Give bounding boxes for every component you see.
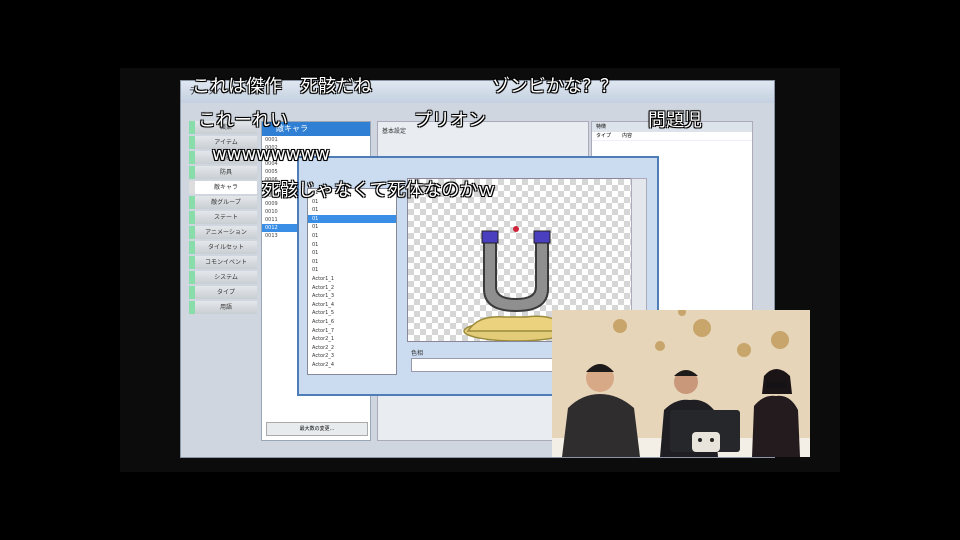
file-list-item[interactable]: 01 — [308, 232, 396, 241]
traits-col-type: タイプ — [596, 133, 612, 139]
danmaku-comment: 死骸じゃなくて死体なのかｗ — [262, 180, 496, 201]
sidebar-item[interactable]: アニメーション — [189, 226, 257, 239]
hue-label: 色相 — [411, 350, 424, 357]
danmaku-comment: 問題児 — [648, 110, 702, 131]
max-change-button[interactable]: 最大数の変更... — [266, 422, 368, 436]
file-list-item[interactable]: Actor1_4 — [308, 301, 396, 310]
sidebar-item[interactable]: タイプ — [189, 286, 257, 299]
file-list-item[interactable]: Actor2_1 — [308, 335, 396, 344]
sidebar-item[interactable]: 敵キャラ — [189, 181, 257, 194]
danmaku-comment: ゾンビかな？？ — [492, 76, 618, 97]
sidebar-item[interactable]: 防具 — [189, 166, 257, 179]
sprite-u-body — [483, 236, 549, 313]
image-file-list[interactable]: 01 01 01 01 01 01 01 01 01 01 Actor1_1 Actor1_2 Acto… — [307, 188, 397, 375]
sidebar-item[interactable]: コモンイベント — [189, 256, 257, 269]
sidebar-item[interactable]: ステート — [189, 211, 257, 224]
danmaku-comment: これーれい — [198, 110, 288, 131]
file-list-item[interactable]: 01 — [308, 223, 396, 232]
file-list-item[interactable]: Actor1_1 — [308, 275, 396, 284]
file-list-item[interactable]: 01 — [308, 206, 396, 215]
file-list-item[interactable]: Actor1_5 — [308, 309, 396, 318]
file-list-item[interactable]: Actor2_3 — [308, 352, 396, 361]
sidebar-item[interactable]: タイルセット — [189, 241, 257, 254]
danmaku-comment: プリオン — [414, 110, 486, 131]
file-list-item[interactable]: 01 — [308, 258, 396, 267]
traits-col-content: 内容 — [622, 133, 633, 139]
file-list-item[interactable]: 01 — [308, 266, 396, 275]
webcam-scene — [552, 310, 810, 457]
file-list-item[interactable]: Actor1_2 — [308, 284, 396, 293]
file-list-item[interactable]: Actor2_4 — [308, 361, 396, 370]
sprite-spark — [513, 226, 519, 232]
file-list-item[interactable]: 01 — [308, 214, 396, 224]
file-list-item[interactable]: 01 — [308, 241, 396, 250]
sprite-tip-right — [533, 230, 551, 244]
traits-columns: タイプ 内容 — [592, 132, 752, 141]
file-list-item[interactable]: Actor2_2 — [308, 344, 396, 353]
sidebar-item[interactable]: 敵グループ — [189, 196, 257, 209]
danmaku-comment: これは傑作 死骸だね — [192, 76, 372, 97]
file-list-item[interactable]: Actor1_3 — [308, 292, 396, 301]
sidebar-item[interactable]: 用語 — [189, 301, 257, 314]
file-list-item[interactable]: 01 — [308, 249, 396, 258]
list-item[interactable]: 0001 — [262, 136, 370, 144]
sidebar-item[interactable]: システム — [189, 271, 257, 284]
danmaku-comment: wwwwwwww — [212, 144, 330, 165]
file-list-item[interactable]: Actor1_7 — [308, 327, 396, 336]
sprite-tip-left — [481, 230, 499, 244]
webcam-overlay — [552, 310, 810, 457]
file-list-item[interactable]: Actor1_6 — [308, 318, 396, 327]
hue-slider[interactable] — [411, 358, 553, 372]
